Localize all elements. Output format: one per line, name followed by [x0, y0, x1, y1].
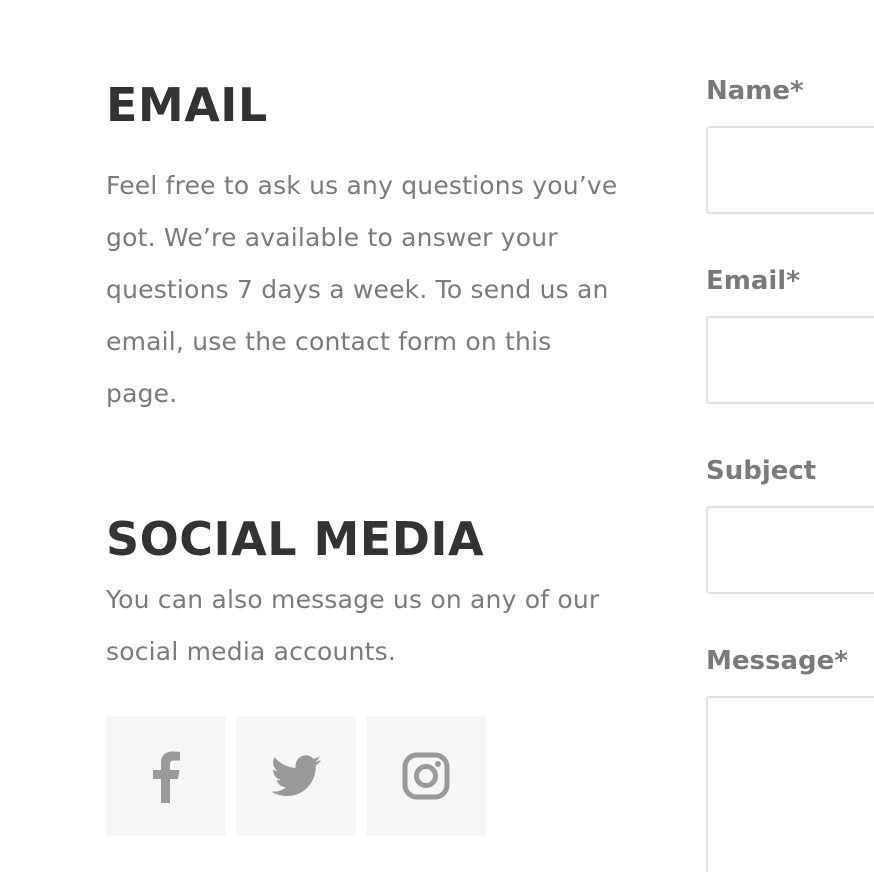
social-media-description: You can also message us on any of our so… — [106, 585, 600, 666]
contact-page: EMAIL Feel free to ask us any questions … — [0, 0, 874, 872]
email-description: Feel free to ask us any questions you’ve… — [106, 171, 618, 408]
twitter-button[interactable] — [236, 716, 356, 836]
subject-input[interactable] — [706, 506, 874, 594]
email-label: Email* — [706, 266, 800, 296]
name-input[interactable] — [706, 126, 874, 214]
facebook-icon — [153, 751, 180, 803]
email-input[interactable] — [706, 316, 874, 404]
email-heading: EMAIL — [106, 78, 268, 132]
social-buttons — [106, 716, 486, 836]
name-label: Name* — [706, 76, 804, 106]
twitter-icon — [271, 755, 321, 796]
subject-label: Subject — [706, 456, 817, 486]
instagram-icon — [402, 752, 450, 800]
social-media-heading: SOCIAL MEDIA — [106, 512, 485, 566]
facebook-button[interactable] — [106, 716, 226, 836]
instagram-button[interactable] — [366, 716, 486, 836]
message-label: Message* — [706, 646, 848, 676]
message-textarea[interactable] — [706, 696, 874, 872]
